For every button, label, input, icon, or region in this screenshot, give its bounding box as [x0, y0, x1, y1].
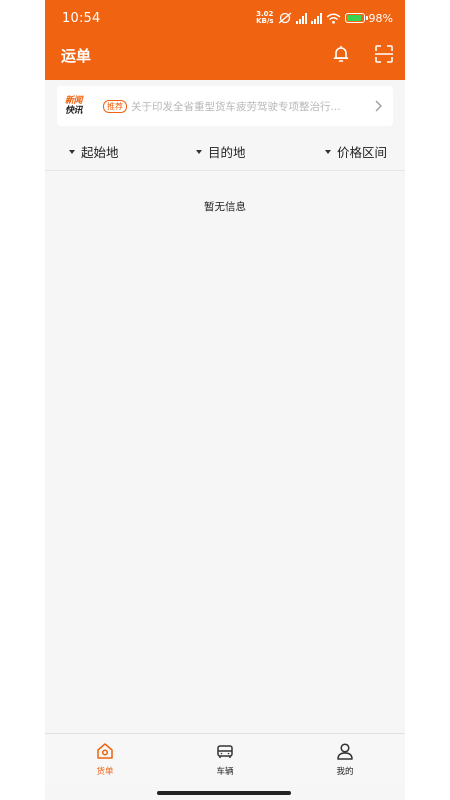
dropdown-arrow-icon — [325, 149, 331, 154]
filter-price-range[interactable]: 价格区间 — [325, 142, 387, 161]
home-indicator[interactable] — [157, 791, 291, 795]
tab-vehicles[interactable]: 车辆 — [195, 741, 255, 777]
user-icon — [337, 743, 353, 760]
signal-2-icon — [310, 12, 322, 24]
filter-destination[interactable]: 目的地 — [196, 142, 246, 161]
empty-state-message: 暂无信息 — [204, 201, 246, 213]
wifi-icon — [326, 13, 340, 24]
dropdown-arrow-icon — [196, 149, 202, 154]
status-icons: 3.02 KB/s 98% — [256, 9, 393, 27]
tab-profile[interactable]: 我的 — [315, 741, 375, 777]
status-time: 10:54 — [62, 11, 101, 26]
bottom-tab-bar: 货单 车辆 我的 — [45, 733, 405, 786]
net-speed: 3.02 KB/s — [256, 10, 274, 25]
alarm-off-icon — [278, 12, 291, 24]
home-icon — [97, 743, 113, 759]
battery-text: 98% — [368, 11, 393, 25]
dropdown-arrow-icon — [69, 149, 75, 154]
news-banner[interactable]: 新闻 快讯 推荐 关于印发全省重型货车疲劳驾驶专项整治行... — [57, 86, 393, 126]
car-icon — [217, 745, 233, 758]
signal-1-icon — [295, 12, 307, 24]
chevron-right-icon — [375, 100, 382, 112]
app-header: 10:54 3.02 KB/s 98% 运单 — [45, 0, 405, 80]
bell-icon[interactable] — [331, 44, 351, 64]
news-headline: 关于印发全省重型货车疲劳驾驶专项整治行... — [131, 100, 341, 113]
battery-icon — [344, 13, 368, 23]
filter-bar: 起始地 目的地 价格区间 — [45, 134, 405, 171]
news-logo: 新闻 快讯 — [65, 96, 83, 116]
scan-icon[interactable] — [374, 44, 394, 64]
tab-waybill[interactable]: 货单 — [75, 741, 135, 777]
app-screen: 10:54 3.02 KB/s 98% 运单 新闻 快讯 推荐 关于印发全省重型… — [45, 0, 405, 800]
recommend-badge: 推荐 — [103, 99, 127, 113]
filter-origin[interactable]: 起始地 — [69, 142, 119, 161]
page-title: 运单 — [61, 47, 92, 65]
